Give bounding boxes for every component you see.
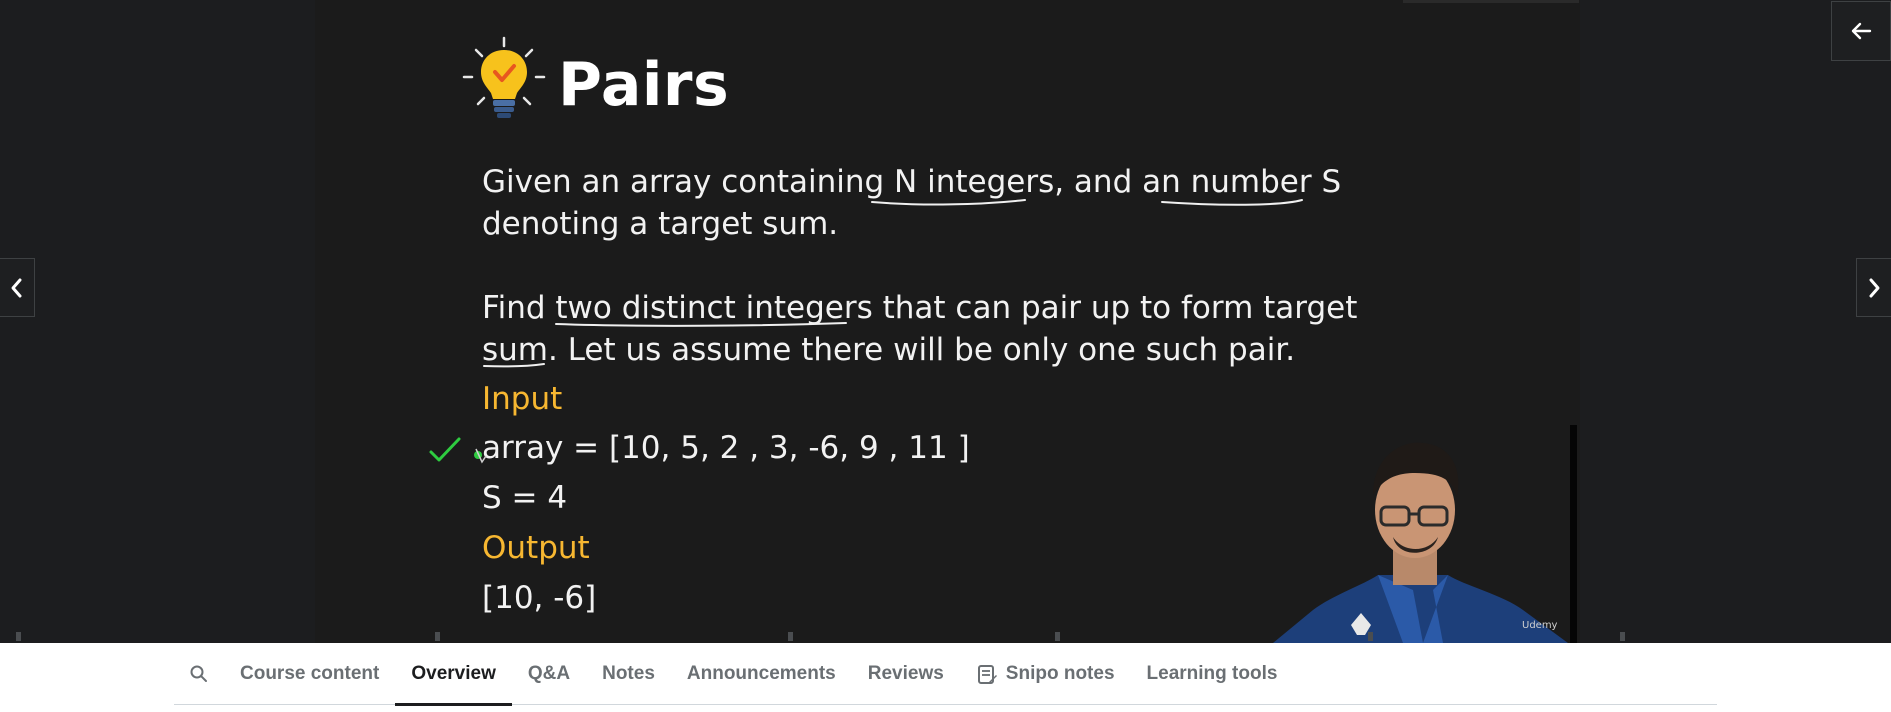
tab-snipo-notes-label: Snipo notes (1005, 662, 1115, 684)
presenter-figure (1273, 442, 1568, 643)
tab-overview[interactable]: Overview (395, 643, 512, 706)
target-sum-line: S = 4 (482, 480, 568, 516)
lightbulb-icon (462, 36, 546, 118)
tab-qa[interactable]: Q&A (512, 643, 586, 705)
output-line: [10, -6] (482, 580, 597, 616)
chevron-left-icon (11, 278, 22, 297)
presenter-video (1273, 425, 1578, 643)
output-label: Output (482, 530, 590, 566)
back-button[interactable] (1831, 1, 1891, 61)
next-lecture-button[interactable] (1856, 258, 1891, 317)
problem-line-2: denoting a target sum. (482, 206, 839, 242)
tab-notes[interactable]: Notes (586, 643, 671, 705)
problem-line-1: Given an array containing N integers, an… (482, 164, 1342, 200)
video-progress-markers[interactable] (0, 630, 1891, 643)
checkmark-icon (429, 437, 461, 462)
problem-line-4: sum. Let us assume there will be only on… (482, 332, 1296, 368)
video-player[interactable]: Pairs Given an array containing N intege… (0, 0, 1891, 643)
search-tab[interactable] (174, 643, 224, 705)
tab-snipo-notes[interactable]: Snipo notes (960, 643, 1131, 705)
tab-reviews[interactable]: Reviews (852, 643, 960, 705)
tab-learning-tools[interactable]: Learning tools (1131, 643, 1294, 705)
arrow-left-icon (1851, 22, 1872, 40)
notes-icon (976, 663, 998, 685)
search-icon (190, 665, 207, 682)
array-line: array = [10, 5, 2 , 3, -6, 9 , 11 ] (482, 430, 970, 466)
slide-top-edge (1403, 0, 1579, 3)
slide-title: Pairs (558, 50, 730, 120)
problem-line-3: Find two distinct integers that can pair… (482, 290, 1358, 326)
tab-announcements[interactable]: Announcements (671, 643, 852, 705)
presenter-side-bar (1570, 425, 1577, 643)
previous-lecture-button[interactable] (0, 258, 35, 317)
tab-course-content[interactable]: Course content (224, 643, 395, 705)
course-tabs: Course content Overview Q&A Notes Announ… (174, 643, 1717, 706)
chevron-right-icon (1869, 278, 1880, 297)
input-label: Input (482, 381, 563, 417)
